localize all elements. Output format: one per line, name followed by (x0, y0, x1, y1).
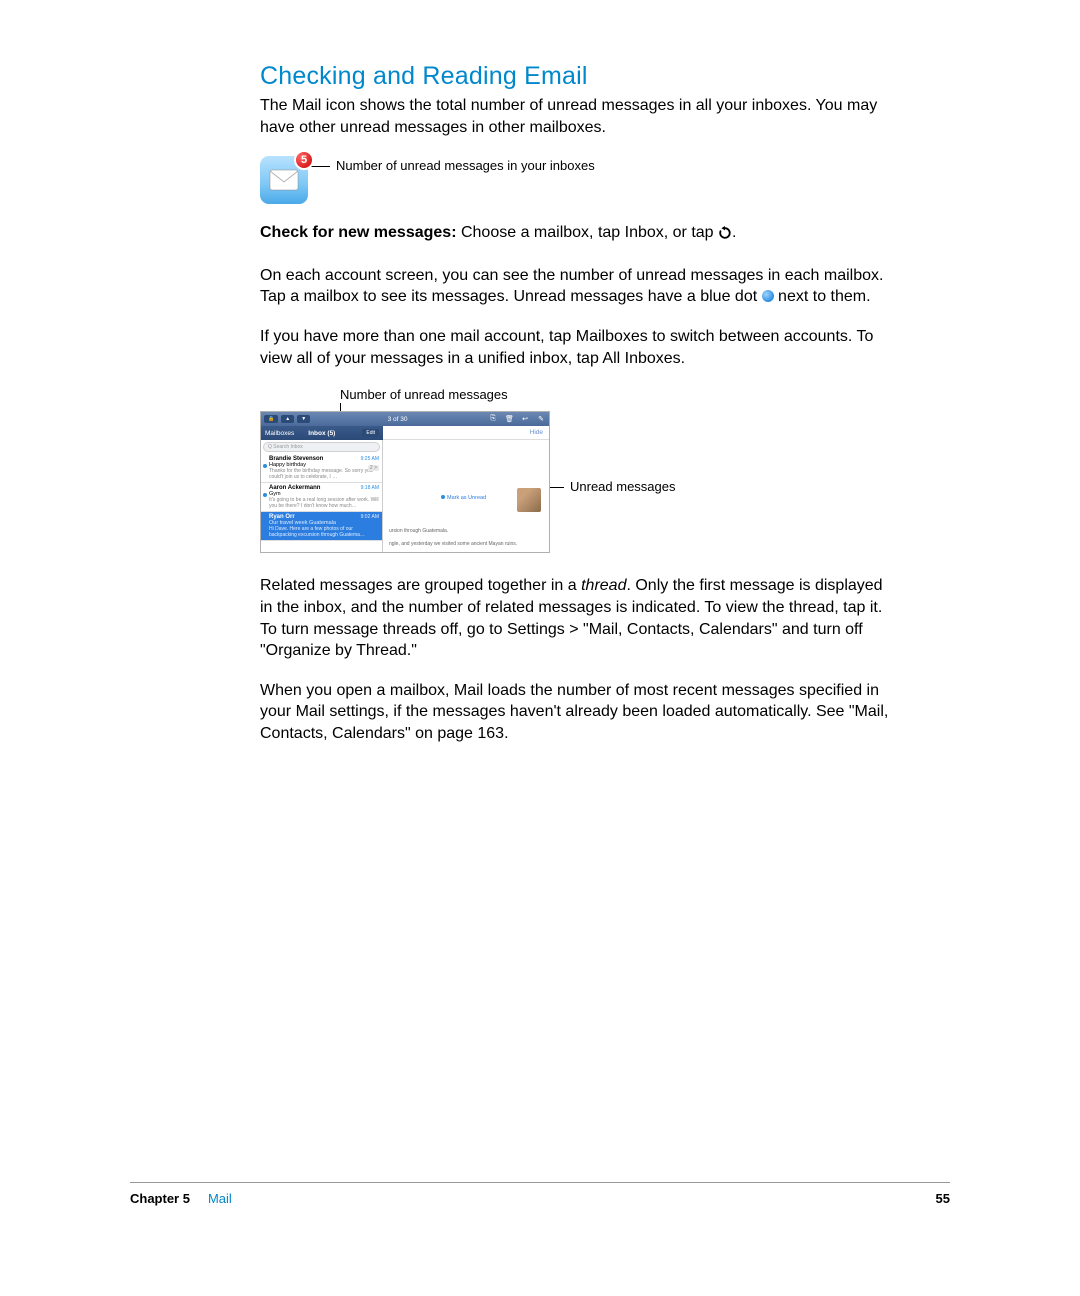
up-arrow-btn: ▲ (281, 415, 294, 423)
unread-dot-icon (263, 493, 267, 497)
msg-preview: Thanks for the birthday message. So sorr… (269, 468, 379, 480)
threads-text-1: Related messages are grouped together in… (260, 577, 581, 594)
folder-icon: ⎘ (489, 415, 497, 423)
sender-avatar (517, 488, 541, 512)
thread-indicator: 2 > (368, 465, 379, 471)
msg-preview: Hi Dave. Here are a few photos of our ba… (269, 526, 379, 538)
annotation-tick (340, 403, 898, 411)
message-counter: 3 of 30 (310, 416, 485, 423)
orientation-lock-btn: 🔒 (264, 415, 278, 423)
shot-toolbar: 🔒 ▲ ▼ 3 of 30 ⎘ 🗑 ↩ ✎ (261, 412, 549, 426)
page-number: 55 (936, 1191, 950, 1206)
inbox-title: Inbox (5) (308, 430, 335, 437)
account-paragraph: On each account screen, you can see the … (260, 265, 898, 308)
check-new-text: Choose a mailbox, tap Inbox, or tap (457, 224, 718, 241)
fig1-caption: Number of unread messages in your inboxe… (336, 158, 595, 174)
fig2-caption-right: Unread messages (570, 479, 676, 495)
check-new-paragraph: Check for new messages: Choose a mailbox… (260, 222, 898, 247)
hide-btn: Hide (530, 429, 543, 436)
message-pane: Mark as Unread ursion through Guatemala.… (383, 440, 549, 553)
fig2-caption-top: Number of unread messages (340, 387, 898, 403)
mark-unread-link: Mark as Unread (441, 495, 486, 501)
threads-paragraph: Related messages are grouped together in… (260, 575, 898, 661)
message-item-selected: Ryan Orr 9:02 AM Our travel week Guatema… (261, 512, 382, 541)
account-text-after: next to them. (774, 288, 871, 305)
msg-preview: It's going to be a real long session aft… (269, 497, 379, 509)
msg-time: 9:18 AM (361, 485, 379, 491)
body-snippet: ngle, and yesterday we visited some anci… (387, 541, 545, 547)
page-footer: Chapter 5 Mail 55 (130, 1182, 950, 1206)
body-snippet: ursion through Guatemala. (387, 528, 545, 535)
down-arrow-btn: ▼ (297, 415, 310, 423)
annotation-line (550, 487, 564, 488)
figure-mail-icon: 5 Number of unread messages in your inbo… (260, 156, 898, 204)
unread-dot-icon (263, 464, 267, 468)
figure-inbox-screenshot: Number of unread messages 🔒 ▲ ▼ 3 of 30 … (260, 387, 898, 553)
refresh-icon (718, 225, 732, 247)
loading-paragraph: When you open a mailbox, Mail loads the … (260, 680, 898, 745)
ipad-mail-screenshot: 🔒 ▲ ▼ 3 of 30 ⎘ 🗑 ↩ ✎ Mailboxes Inbox (5… (260, 411, 550, 553)
search-field: Q Search Inbox (263, 442, 380, 452)
message-item: Aaron Ackermann 9:18 AM Gym It's going t… (261, 483, 382, 512)
body-snippet: ountains are. I may never come back if I… (387, 553, 545, 554)
intro-paragraph: The Mail icon shows the total number of … (260, 95, 898, 138)
trash-icon: 🗑 (505, 415, 513, 423)
blue-dot-icon (762, 290, 774, 302)
message-item: Brandie Stevenson 9:25 AM Happy birthday… (261, 454, 382, 483)
check-new-label: Check for new messages: (260, 224, 457, 241)
chapter-label: Chapter 5 (130, 1191, 190, 1206)
threads-em: thread (581, 577, 626, 594)
envelope-icon (269, 169, 299, 191)
message-list: Q Search Inbox Brandie Stevenson 9:25 AM… (261, 440, 383, 553)
check-new-period: . (732, 224, 736, 241)
msg-time: 9:02 AM (361, 514, 379, 520)
unread-badge: 5 (294, 150, 314, 170)
section-heading: Checking and Reading Email (260, 62, 898, 91)
msg-time: 9:25 AM (361, 456, 379, 462)
annotation-line (310, 166, 330, 167)
compose-icon: ✎ (537, 415, 545, 423)
chapter-title: Mail (208, 1191, 232, 1206)
mailboxes-paragraph: If you have more than one mail account, … (260, 326, 898, 369)
edit-btn: Edit (362, 429, 379, 437)
mailboxes-back-btn: Mailboxes (265, 430, 294, 437)
reply-icon: ↩ (521, 415, 529, 423)
